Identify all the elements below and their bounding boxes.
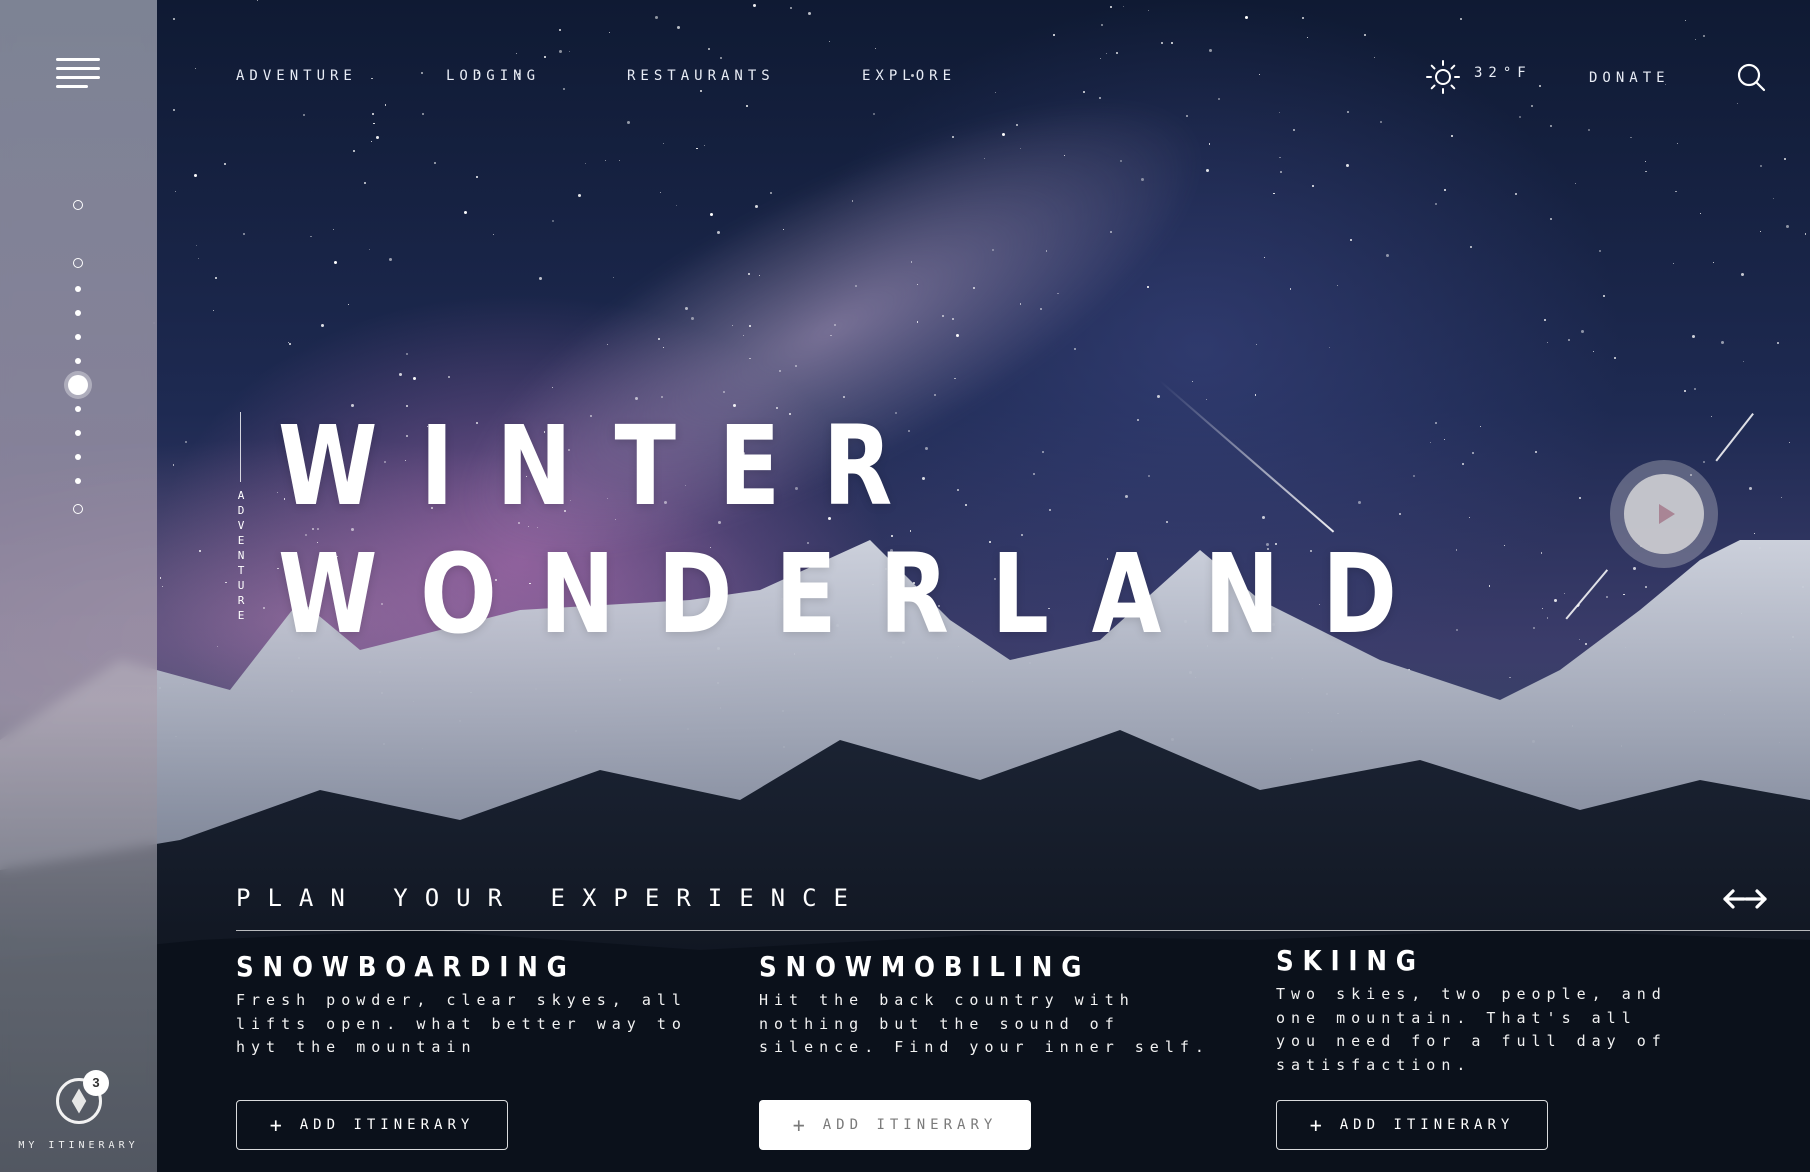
- progress-dot[interactable]: [75, 286, 81, 292]
- itinerary-count-badge: 3: [83, 1070, 109, 1096]
- temperature: 32°F: [1474, 65, 1532, 81]
- weather-widget: 32°F: [1426, 60, 1532, 94]
- plus-icon: +: [792, 1113, 805, 1137]
- card-title: SNOWMOBILING: [759, 950, 1091, 983]
- card-description: Hit the back country with nothing but th…: [759, 991, 1210, 1056]
- hero-title-line1: WINTER: [278, 402, 935, 530]
- nav-item-explore[interactable]: EXPLORE: [862, 68, 956, 84]
- section-divider: [236, 930, 1810, 931]
- progress-dot[interactable]: [73, 200, 83, 210]
- progress-dot[interactable]: [73, 504, 83, 514]
- category-label: ADVENTURE: [237, 489, 245, 622]
- card-title: SNOWBOARDING: [236, 950, 576, 983]
- hero-title: WINTER WONDERLAND: [278, 402, 1440, 658]
- nav-item-restaurants[interactable]: RESTAURANTS: [627, 68, 775, 84]
- sun-icon: [1426, 60, 1460, 94]
- swap-arrows-icon[interactable]: [1722, 884, 1768, 914]
- progress-dot[interactable]: [75, 358, 81, 364]
- progress-dot[interactable]: [75, 478, 81, 484]
- add-itinerary-button[interactable]: + ADD ITINERARY: [1276, 1100, 1548, 1150]
- experience-card-snowboarding: SNOWBOARDING Fresh powder, clear skyes, …: [236, 950, 696, 1060]
- plus-icon: +: [1309, 1113, 1322, 1137]
- category-divider: [240, 412, 241, 482]
- left-sidebar: 3 MY ITINERARY: [0, 0, 157, 1172]
- progress-dot[interactable]: [75, 310, 81, 316]
- card-description: Two skies, two people, and one mountain.…: [1276, 985, 1667, 1074]
- progress-dot-active[interactable]: [68, 375, 88, 395]
- nav-item-lodging[interactable]: LODGING: [446, 68, 540, 84]
- progress-dot[interactable]: [75, 430, 81, 436]
- experience-card-snowmobiling: SNOWMOBILING Hit the back country with n…: [759, 950, 1219, 1060]
- hero-title-line2: WONDERLAND: [278, 530, 1440, 658]
- play-icon: [1659, 504, 1675, 524]
- menu-icon[interactable]: [56, 58, 102, 90]
- plan-title: PLAN YOUR EXPERIENCE: [236, 884, 865, 912]
- add-itinerary-button[interactable]: + ADD ITINERARY: [759, 1100, 1031, 1150]
- card-title: SKIING: [1276, 944, 1425, 977]
- progress-dot[interactable]: [75, 454, 81, 460]
- play-video-button[interactable]: [1610, 460, 1718, 568]
- progress-dot[interactable]: [73, 258, 83, 268]
- progress-dot[interactable]: [75, 406, 81, 412]
- nav-item-adventure[interactable]: ADVENTURE: [236, 68, 357, 84]
- search-icon[interactable]: [1736, 62, 1766, 92]
- plus-icon: +: [269, 1113, 282, 1137]
- progress-dot[interactable]: [75, 334, 81, 340]
- card-description: Fresh powder, clear skyes, all lifts ope…: [236, 991, 687, 1056]
- experience-card-skiing: SKIING Two skies, two people, and one mo…: [1276, 944, 1736, 1077]
- itinerary-label[interactable]: MY ITINERARY: [0, 1140, 157, 1151]
- donate-link[interactable]: DONATE: [1589, 70, 1670, 86]
- page: 3 MY ITINERARY ADVENTURE LODGING RESTAUR…: [0, 0, 1810, 1172]
- add-itinerary-button[interactable]: + ADD ITINERARY: [236, 1100, 508, 1150]
